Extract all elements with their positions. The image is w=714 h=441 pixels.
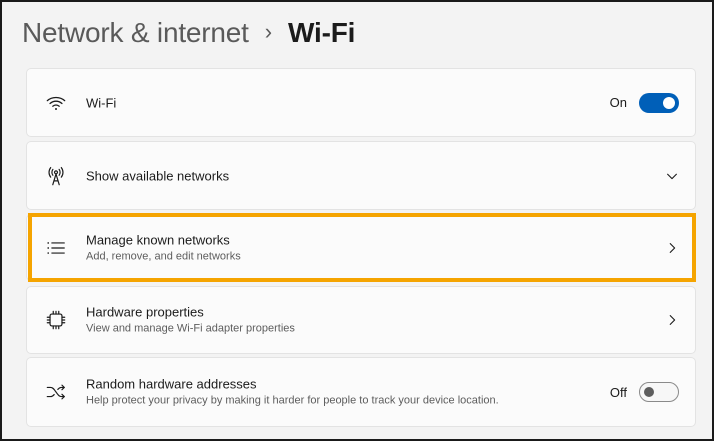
manage-known-networks-card[interactable]: Manage known networks Add, remove, and e… — [26, 214, 696, 281]
wifi-state-label: On — [609, 95, 627, 110]
list-icon — [44, 236, 68, 260]
toggle-knob — [663, 96, 675, 109]
manage-known-networks-title: Manage known networks — [86, 232, 230, 247]
wifi-icon — [44, 91, 68, 115]
hardware-properties-subtitle: View and manage Wi-Fi adapter properties — [86, 322, 295, 335]
chevron-down-icon[interactable] — [665, 169, 679, 183]
hardware-properties-card[interactable]: Hardware properties View and manage Wi-F… — [26, 286, 696, 354]
breadcrumb-separator: › — [264, 19, 273, 44]
wifi-title: Wi-Fi — [86, 95, 117, 110]
page-title: Wi-Fi — [288, 17, 356, 48]
antenna-icon — [44, 164, 68, 188]
chevron-right-icon[interactable] — [665, 313, 679, 327]
wifi-card[interactable]: Wi-Fi On — [26, 68, 696, 137]
show-available-networks-title: Show available networks — [86, 168, 230, 183]
chevron-right-icon[interactable] — [665, 241, 679, 255]
wifi-toggle[interactable] — [639, 92, 679, 113]
random-hardware-addresses-title: Random hardware addresses — [86, 376, 257, 392]
manage-known-networks-subtitle: Add, remove, and edit networks — [86, 250, 241, 262]
random-addresses-toggle[interactable] — [639, 382, 679, 402]
show-available-networks-card[interactable]: Show available networks — [26, 141, 696, 210]
breadcrumb-parent[interactable]: Network & internet — [22, 17, 249, 49]
breadcrumb: Network & internet › Wi-Fi — [22, 14, 355, 52]
random-hardware-addresses-card[interactable]: Random hardware addresses Help protect y… — [26, 357, 696, 427]
toggle-knob — [644, 387, 654, 397]
random-addresses-state-label: Off — [609, 384, 627, 400]
random-hardware-addresses-subtitle: Help protect your privacy by making it h… — [86, 394, 499, 407]
hardware-properties-title: Hardware properties — [86, 304, 204, 320]
shuffle-icon — [44, 380, 68, 404]
chip-icon — [44, 308, 68, 332]
